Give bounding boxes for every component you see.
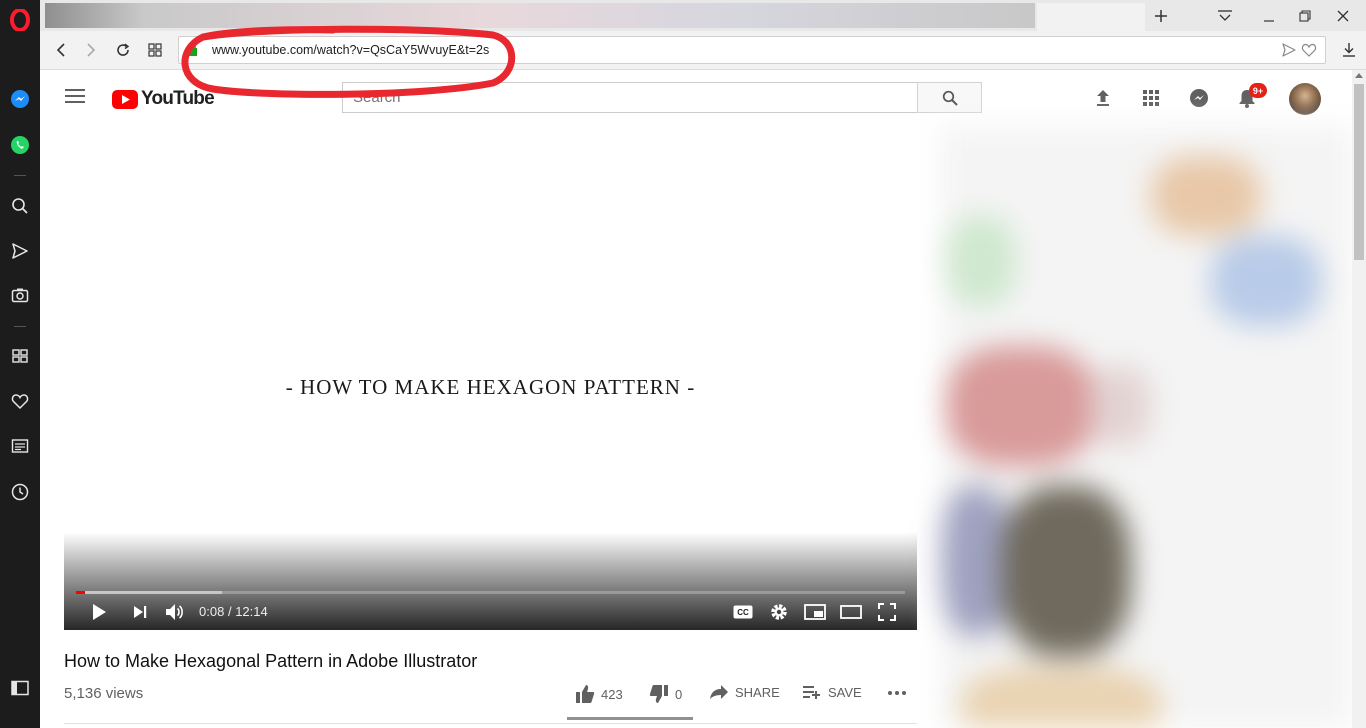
youtube-play-logo-icon xyxy=(112,89,138,109)
avatar[interactable] xyxy=(1289,83,1321,115)
menu-icon[interactable] xyxy=(65,88,87,108)
address-bar[interactable]: www.youtube.com/watch?v=QsCaY5WvuyE&t=2s xyxy=(178,36,1326,64)
theater-mode-icon[interactable] xyxy=(839,600,863,624)
video-title-card: - HOW TO MAKE HEXAGON PATTERN - xyxy=(285,375,696,399)
send-icon[interactable] xyxy=(8,239,32,263)
play-icon[interactable] xyxy=(87,600,111,624)
svg-text:CC: CC xyxy=(737,608,749,617)
notification-badge[interactable]: 9+ xyxy=(1249,83,1267,98)
scroll-up-arrow[interactable] xyxy=(1355,73,1363,78)
view-count: 5,136 views xyxy=(64,685,144,702)
url-actions xyxy=(1281,42,1317,63)
camera-icon[interactable] xyxy=(8,283,32,307)
blurred-thumbnail xyxy=(1211,236,1321,326)
miniplayer-icon[interactable] xyxy=(803,600,827,624)
like-button[interactable]: 423 xyxy=(575,684,623,704)
messages-icon[interactable] xyxy=(1187,86,1211,110)
upload-icon[interactable] xyxy=(1091,86,1115,110)
time-total: 12:14 xyxy=(235,604,268,619)
blurred-thumbnail xyxy=(1091,366,1151,446)
dislike-count: 0 xyxy=(675,686,683,702)
new-tab-icon[interactable] xyxy=(1146,4,1176,28)
search-input[interactable] xyxy=(343,83,918,112)
lock-icon[interactable] xyxy=(186,42,198,62)
history-icon[interactable] xyxy=(8,480,32,504)
blurred-thumbnail xyxy=(961,666,1161,728)
whatsapp-icon[interactable] xyxy=(8,133,32,157)
divider xyxy=(64,723,917,724)
opera-sidebar xyxy=(0,0,40,728)
fullscreen-icon[interactable] xyxy=(875,600,899,624)
time-current: 0:08 xyxy=(199,604,225,619)
reload-icon[interactable] xyxy=(110,37,136,63)
minimize-icon[interactable] xyxy=(1254,4,1284,28)
tab-menu-icon[interactable] xyxy=(1210,4,1240,28)
search-button[interactable] xyxy=(917,82,982,113)
news-icon[interactable] xyxy=(8,434,32,458)
time-separator: / xyxy=(227,604,232,619)
speed-dial-icon[interactable] xyxy=(8,344,32,368)
volume-icon[interactable] xyxy=(163,600,187,624)
restore-icon[interactable] xyxy=(1290,4,1320,28)
youtube-header: YouTube 9+ xyxy=(40,70,1352,126)
youtube-logo[interactable]: YouTube xyxy=(112,88,215,110)
thumbs-up-icon xyxy=(576,685,595,703)
youtube-logo-text: YouTube xyxy=(141,88,215,109)
title-bar xyxy=(40,0,1366,31)
progress-played xyxy=(76,591,86,594)
opera-logo-icon[interactable] xyxy=(8,8,32,32)
search-box[interactable] xyxy=(342,82,918,113)
url-text[interactable]: www.youtube.com/watch?v=QsCaY5WvuyE&t=2s xyxy=(212,43,489,57)
next-icon[interactable] xyxy=(128,600,152,624)
dislike-button[interactable]: 0 xyxy=(649,684,682,704)
progress-bar[interactable] xyxy=(76,591,905,594)
page-scrollbar[interactable] xyxy=(1352,70,1366,728)
save-button[interactable]: SAVE xyxy=(802,684,862,700)
video-title: How to Make Hexagonal Pattern in Adobe I… xyxy=(64,651,478,671)
bookmark-heart-icon[interactable] xyxy=(1301,42,1317,63)
like-count: 423 xyxy=(601,686,623,702)
sidebar-separator xyxy=(14,326,26,327)
video-player[interactable]: - HOW TO MAKE HEXAGON PATTERN - 0:08 / 1… xyxy=(64,126,917,630)
more-actions-icon[interactable] xyxy=(887,690,907,696)
apps-icon[interactable] xyxy=(1139,86,1163,110)
time-display: 0:08 / 12:14 xyxy=(199,604,268,619)
share-icon xyxy=(710,685,728,699)
recommendations-blurred[interactable] xyxy=(941,126,1352,728)
close-icon[interactable] xyxy=(1328,4,1358,28)
share-button[interactable]: SHARE xyxy=(709,684,780,700)
send-page-icon[interactable] xyxy=(1281,42,1297,63)
heart-icon[interactable] xyxy=(8,389,32,413)
messenger-icon[interactable] xyxy=(8,87,32,111)
add-to-playlist-icon xyxy=(803,686,820,699)
sidebar-separator xyxy=(14,175,26,176)
progress-buffered xyxy=(76,591,222,594)
blurred-thumbnail xyxy=(946,346,1096,466)
captions-icon[interactable]: CC xyxy=(731,600,755,624)
tab-strip-blurred[interactable] xyxy=(45,3,1035,28)
back-icon[interactable] xyxy=(48,37,74,63)
scroll-thumb[interactable] xyxy=(1354,84,1364,260)
thumbs-down-icon xyxy=(649,685,668,703)
settings-icon[interactable] xyxy=(767,600,791,624)
navigation-bar: www.youtube.com/watch?v=QsCaY5WvuyE&t=2s xyxy=(40,31,1366,70)
download-icon[interactable] xyxy=(1336,37,1362,63)
sidebar-toggle-icon[interactable] xyxy=(8,676,32,700)
active-tab[interactable] xyxy=(1037,3,1145,31)
blurred-thumbnail xyxy=(1001,486,1131,656)
sentiment-bar xyxy=(567,717,693,720)
blurred-thumbnail xyxy=(946,216,1016,306)
search-icon xyxy=(942,90,958,106)
search-icon[interactable] xyxy=(8,194,32,218)
forward-icon[interactable] xyxy=(78,37,104,63)
blurred-thumbnail xyxy=(1151,156,1261,236)
tab-grid-icon[interactable] xyxy=(142,37,168,63)
share-label: SHARE xyxy=(735,684,780,700)
save-label: SAVE xyxy=(828,684,862,700)
